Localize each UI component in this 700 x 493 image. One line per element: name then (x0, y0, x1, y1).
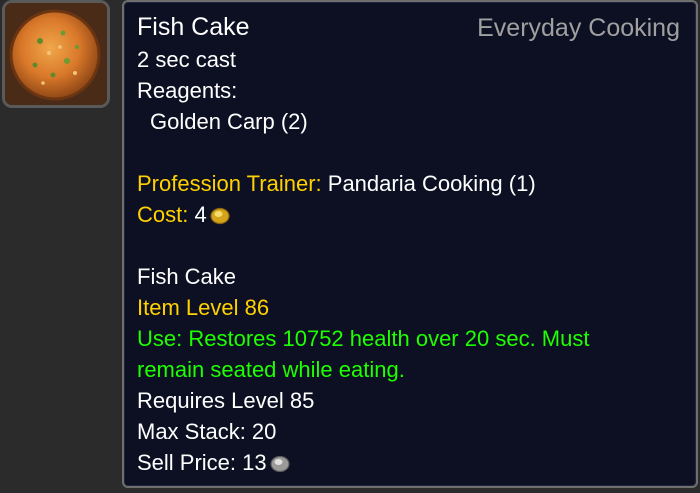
spell-tooltip: Fish Cake Everyday Cooking 2 sec cast Re… (122, 0, 698, 488)
spell-category: Everyday Cooking (477, 14, 680, 42)
spell-name: Fish Cake (137, 13, 250, 41)
required-level: Requires Level 85 (137, 388, 315, 413)
trainer-value: Pandaria Cooking (1) (327, 171, 536, 196)
gold-coin-icon (210, 205, 230, 231)
cost-label: Cost: (137, 202, 189, 227)
item-level: Item Level 86 (137, 295, 270, 320)
use-effect-line-2: remain seated while eating. (137, 357, 405, 382)
sell-price-label: Sell Price: (137, 450, 237, 475)
silver-coin-icon (270, 453, 290, 479)
trainer-line: Profession Trainer: Pandaria Cooking (1) (137, 171, 536, 197)
use-effect-line-1: Use: Restores 10752 health over 20 sec. … (137, 326, 590, 351)
sell-price-line: Sell Price: 13 (137, 450, 290, 479)
cost-line: Cost: 4 (137, 202, 230, 231)
trainer-label: Profession Trainer: (137, 171, 322, 196)
reagents-label: Reagents: (137, 78, 238, 103)
cast-time: 2 sec cast (137, 47, 237, 72)
max-stack: Max Stack: 20 (137, 419, 277, 444)
sell-price-value: 13 (242, 450, 267, 475)
cost-value: 4 (194, 202, 207, 227)
reagent-item: Golden Carp (2) (150, 109, 308, 134)
item-name: Fish Cake (137, 264, 237, 289)
fish-cake-icon[interactable] (2, 0, 110, 108)
